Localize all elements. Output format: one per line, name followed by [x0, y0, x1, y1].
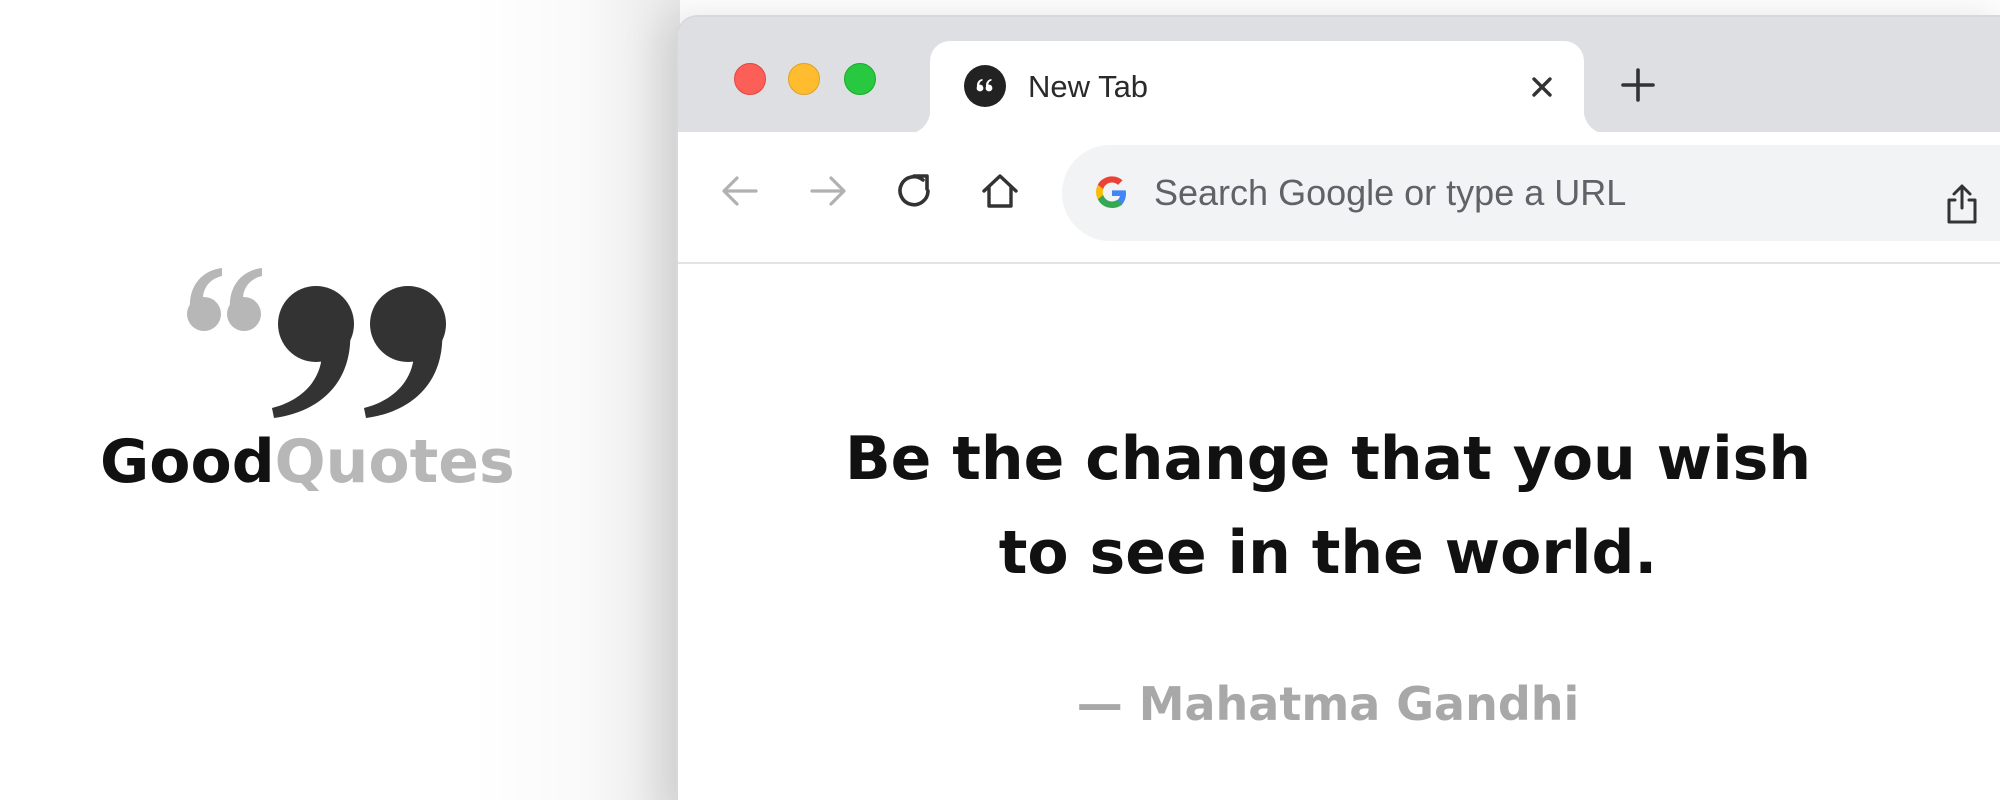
minimize-window-button[interactable] — [788, 63, 820, 95]
logo-word-good: Good — [100, 427, 275, 497]
close-window-button[interactable] — [734, 63, 766, 95]
new-tab-page: Be the change that you wish to see in th… — [678, 262, 2000, 800]
tab-new-tab[interactable]: New Tab — [906, 41, 1608, 134]
address-bar[interactable] — [1062, 145, 2000, 241]
home-icon[interactable] — [976, 167, 1024, 215]
google-g-icon — [1096, 176, 1126, 208]
quote-marks-icon — [187, 268, 446, 418]
quote-text: Be the change that you wish to see in th… — [798, 412, 1858, 600]
quote-line-2: to see in the world. — [998, 518, 1658, 588]
quote-line-1: Be the change that you wish — [844, 424, 1812, 494]
screenshot-stage: GoodQuotes New Tab Search Google or type… — [0, 0, 2000, 800]
logo-wordmark: GoodQuotes — [100, 432, 515, 492]
plus-icon[interactable] — [1618, 65, 1658, 105]
arrow-right-icon[interactable] — [804, 167, 852, 215]
search-input[interactable] — [1154, 165, 1854, 221]
tab-strip: New Tab — [678, 17, 2000, 134]
browser-window: New Tab Search Google or type a URL Be t… — [676, 15, 2000, 800]
arrow-left-icon[interactable] — [716, 167, 764, 215]
browser-toolbar — [678, 132, 2000, 264]
window-shadow — [470, 0, 680, 800]
quote-favicon-icon — [964, 65, 1006, 107]
tab-title: New Tab — [1028, 69, 1149, 104]
quote-author: — Mahatma Gandhi — [1076, 677, 1580, 731]
share-icon[interactable] — [1942, 182, 1982, 226]
close-icon[interactable] — [1526, 71, 1558, 103]
maximize-window-button[interactable] — [844, 63, 876, 95]
reload-icon[interactable] — [890, 167, 938, 215]
